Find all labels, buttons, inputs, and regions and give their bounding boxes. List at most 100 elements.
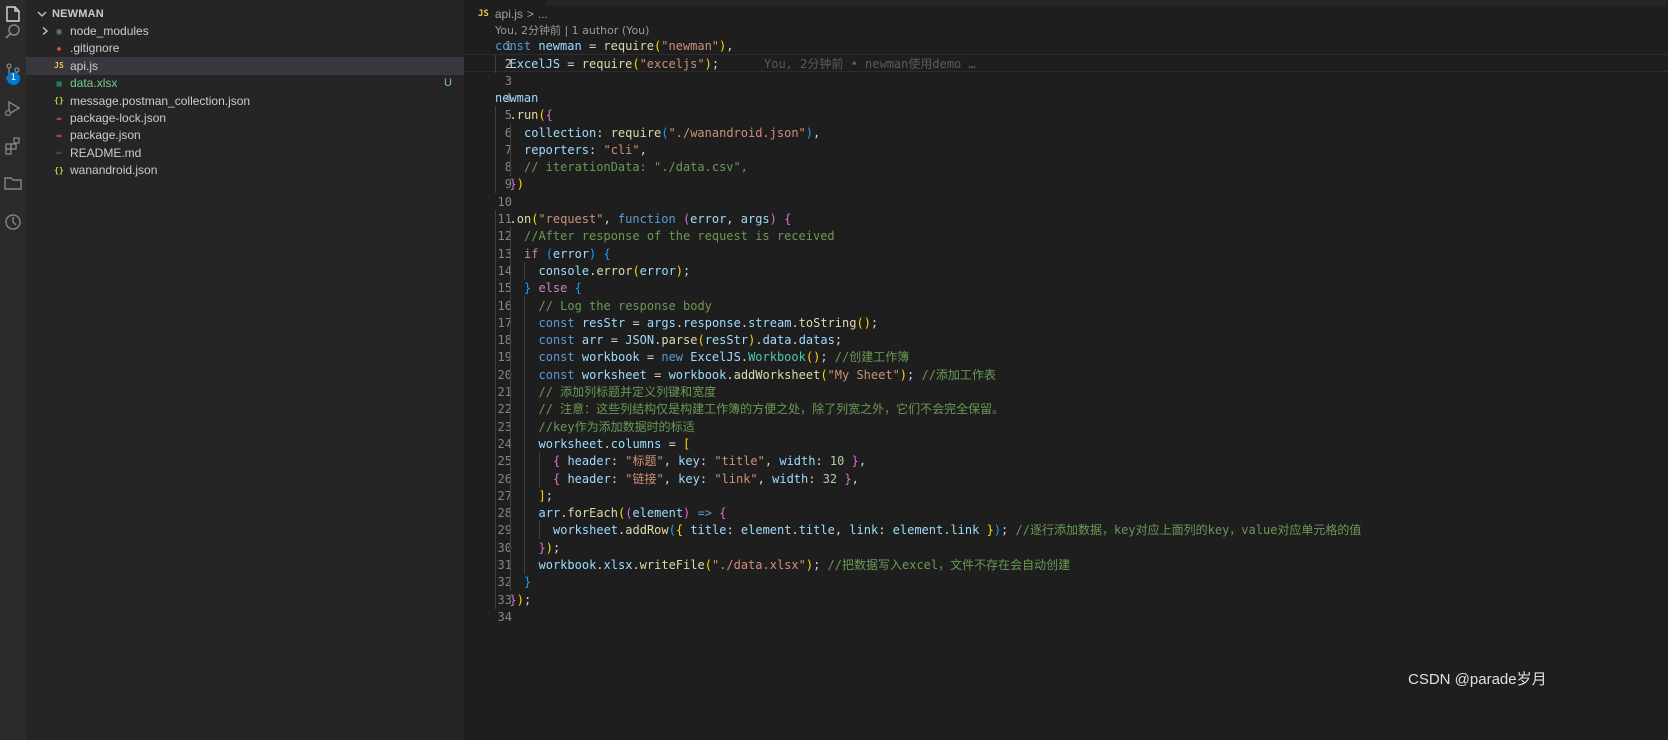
- line-number[interactable]: 12: [464, 227, 512, 245]
- code-line[interactable]: 19 const workbook = new ExcelJS.Workbook(…: [464, 348, 1668, 367]
- line-number[interactable]: 32: [464, 573, 512, 591]
- code-line[interactable]: 16 // Log the response body: [464, 296, 1668, 315]
- code-line[interactable]: 28 arr.forEach((element) => {: [464, 504, 1668, 523]
- extensions-icon[interactable]: [0, 131, 26, 161]
- code-line[interactable]: 7 reporters: "cli",: [464, 140, 1668, 159]
- code-line[interactable]: 29 worksheet.addRow({ title: element.titl…: [464, 521, 1668, 540]
- line-number[interactable]: 10: [464, 193, 512, 211]
- code-line[interactable]: 11 .on("request", function (error, args) …: [464, 210, 1668, 228]
- line-number[interactable]: 31: [464, 556, 512, 574]
- indent-guide: [495, 417, 496, 436]
- code-token: "link": [714, 471, 758, 486]
- code-line[interactable]: 22 // 注意：这些列结构仅是构建工作簿的方便之处，除了列宽之外，它们不会完全保…: [464, 400, 1668, 419]
- code-line[interactable]: 6 collection: require("./wanandroid.json"…: [464, 123, 1668, 142]
- code-line[interactable]: 17 const resStr = args.response.stream.to…: [464, 313, 1668, 332]
- code-line[interactable]: 15} else {: [464, 279, 1668, 298]
- code-line[interactable]: 5 .run({: [464, 106, 1668, 125]
- indent-guide: [524, 469, 525, 488]
- code-line[interactable]: 27];: [464, 486, 1668, 505]
- folder-icon[interactable]: [0, 168, 26, 198]
- file-tree-item[interactable]: JS api.js: [26, 56, 464, 75]
- code-line[interactable]: 31 workbook.xlsx.writeFile("./data.xlsx")…: [464, 556, 1668, 574]
- code-token: // 注意：这些列结构仅是构建工作簿的方便之处，除了列宽之外，它们不会完全保留。: [538, 402, 1005, 417]
- file-tree-item[interactable]: {} message.postman_collection.json: [26, 92, 464, 110]
- code-token: ]: [538, 488, 546, 503]
- line-number[interactable]: 29: [464, 521, 512, 539]
- file-tree-item[interactable]: ▣ node_modules: [26, 22, 464, 40]
- code-line[interactable]: 14 console.error(error);: [464, 261, 1668, 280]
- code-line[interactable]: 20 const worksheet = workbook.addWorkshee…: [464, 365, 1668, 384]
- code-line[interactable]: 33});: [464, 590, 1668, 609]
- timeline-icon[interactable]: [0, 207, 26, 237]
- line-number[interactable]: 30: [464, 539, 512, 557]
- file-tree-item[interactable]: ▬ package.json: [26, 126, 464, 144]
- run-debug-icon[interactable]: [0, 93, 26, 123]
- line-number[interactable]: 21: [464, 383, 512, 401]
- line-number[interactable]: 5: [464, 106, 512, 124]
- line-number[interactable]: 17: [464, 314, 512, 332]
- code-line[interactable]: 34: [464, 608, 1668, 626]
- line-number[interactable]: 24: [464, 435, 512, 453]
- line-number[interactable]: 9: [464, 175, 512, 193]
- code-line[interactable]: 23 //key作为添加数据时的标适: [464, 417, 1668, 436]
- code-token: :: [610, 454, 626, 469]
- code-text: const worksheet = workbook.addWorksheet(…: [539, 366, 996, 384]
- file-tree-item[interactable]: ▦ data.xlsx U: [26, 74, 464, 92]
- breadcrumb-more[interactable]: ...: [538, 7, 548, 21]
- line-number[interactable]: 2: [464, 55, 512, 73]
- line-number[interactable]: 8: [464, 158, 512, 176]
- search-icon[interactable]: [0, 17, 26, 47]
- code-line[interactable]: 30});: [464, 538, 1668, 557]
- explorer-folder-header[interactable]: NEWMAN: [36, 6, 104, 22]
- code-line[interactable]: 10: [464, 193, 1668, 211]
- line-number[interactable]: 33: [464, 591, 512, 609]
- code-line[interactable]: 9}): [464, 175, 1668, 194]
- codelens-authors[interactable]: You, 2分钟前 | 1 author (You): [495, 22, 649, 38]
- breadcrumb-file[interactable]: api.js: [495, 7, 523, 21]
- line-number[interactable]: 34: [464, 608, 512, 626]
- code-token: run: [516, 108, 539, 123]
- code-line[interactable]: 13 if (error) {: [464, 244, 1668, 263]
- code-token: stream: [748, 315, 792, 330]
- line-number[interactable]: 27: [464, 487, 512, 505]
- code-token: ): [545, 540, 553, 555]
- line-number[interactable]: 28: [464, 504, 512, 522]
- line-number[interactable]: 3: [464, 72, 512, 90]
- line-number[interactable]: 14: [464, 262, 512, 280]
- code-text: // 添加列标题并定义列键和宽度: [539, 383, 717, 401]
- code-line[interactable]: 21 // 添加列标题并定义列键和宽度: [464, 383, 1668, 401]
- line-number[interactable]: 23: [464, 418, 512, 436]
- line-number[interactable]: 22: [464, 400, 512, 418]
- code-line[interactable]: 3: [464, 72, 1668, 90]
- code-line[interactable]: 32}: [464, 573, 1668, 592]
- file-tree-item[interactable]: ▭ README.md: [26, 144, 464, 162]
- code-line[interactable]: 26 { header: "链接", key: "link", width: 32…: [464, 469, 1668, 488]
- line-number[interactable]: 16: [464, 297, 512, 315]
- code-line[interactable]: 18 const arr = JSON.parse(resStr).data.da…: [464, 331, 1668, 350]
- code-token: width: [779, 454, 816, 469]
- code-line[interactable]: 4 newman: [464, 89, 1668, 107]
- code-token: =: [639, 350, 662, 365]
- code-line[interactable]: 8 // iterationData: "./data.csv",: [464, 158, 1668, 177]
- line-number[interactable]: 7: [464, 141, 512, 159]
- code-token: (: [632, 57, 640, 72]
- code-line[interactable]: 24 worksheet.columns = [: [464, 434, 1668, 453]
- file-tree-item[interactable]: {} wanandroid.json: [26, 161, 464, 179]
- line-number[interactable]: 20: [464, 366, 512, 384]
- code-line[interactable]: 1 const newman = require("newman"),: [464, 37, 1668, 55]
- line-number[interactable]: 6: [464, 124, 512, 142]
- file-tree-item-label: data.xlsx: [70, 76, 118, 91]
- line-number[interactable]: 19: [464, 348, 512, 366]
- code-token: workbook: [538, 558, 597, 572]
- line-number[interactable]: 25: [464, 452, 512, 470]
- line-number[interactable]: 11: [464, 210, 512, 228]
- line-number[interactable]: 15: [464, 279, 512, 297]
- line-number[interactable]: 13: [464, 245, 512, 263]
- code-line[interactable]: 25 { header: "标题", key: "title", width: 1…: [464, 452, 1668, 471]
- code-line[interactable]: 2 ExcelJS = require("exceljs"); You, 2分钟前 …: [464, 54, 1668, 74]
- file-tree-item[interactable]: ◆ .gitignore: [26, 39, 464, 57]
- code-line[interactable]: 12 //After response of the request is rec…: [464, 227, 1668, 246]
- line-number[interactable]: 18: [464, 331, 512, 349]
- line-number[interactable]: 26: [464, 470, 512, 488]
- file-tree-item[interactable]: ▬ package-lock.json: [26, 109, 464, 127]
